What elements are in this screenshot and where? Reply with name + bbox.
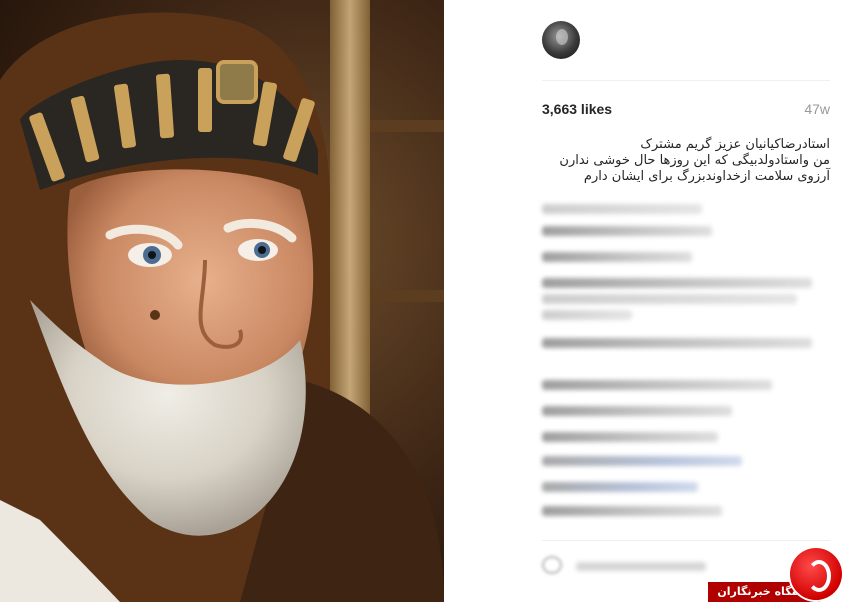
comment-row bbox=[542, 338, 812, 348]
comment-row bbox=[542, 432, 718, 442]
caption-line: استادرضاکیانیان عزیز گریم مشترک bbox=[640, 137, 830, 152]
watermark-logo-icon bbox=[790, 548, 842, 600]
header-divider bbox=[542, 80, 830, 81]
caption-line: آرزوی سلامت ازخداوندبزرگ برای ایشان دارم bbox=[583, 169, 830, 184]
comment-row bbox=[542, 278, 812, 288]
comment-row bbox=[542, 252, 692, 262]
post-details-panel: 3,663 likes 47w استادرضاکیانیان عزیز گری… bbox=[444, 0, 844, 602]
comment-row bbox=[542, 294, 797, 304]
comment-row bbox=[542, 310, 632, 320]
caption-line: من واستادولدبیگی که این روزها حال خوشی ن… bbox=[559, 153, 830, 168]
watermark: باشگاه خبرنگاران bbox=[708, 546, 844, 602]
comment-row bbox=[542, 226, 712, 236]
post-age[interactable]: 47w bbox=[804, 101, 830, 117]
comment-row bbox=[542, 406, 732, 416]
likes-count[interactable]: 3,663 likes bbox=[542, 101, 612, 117]
view-all-comments-link[interactable] bbox=[542, 204, 702, 214]
portrait-illustration bbox=[0, 0, 444, 602]
comment-row bbox=[542, 482, 698, 492]
add-comment-input[interactable] bbox=[576, 562, 706, 571]
comment-divider bbox=[542, 540, 830, 541]
post-caption: استادرضاکیانیان عزیز گریم مشترک من واستا… bbox=[550, 137, 830, 185]
comment-row bbox=[542, 456, 742, 466]
user-avatar[interactable] bbox=[542, 21, 580, 59]
post-photo[interactable] bbox=[0, 0, 444, 602]
comment-row bbox=[542, 380, 772, 390]
comment-row bbox=[542, 506, 722, 516]
like-heart-icon[interactable] bbox=[542, 556, 562, 574]
